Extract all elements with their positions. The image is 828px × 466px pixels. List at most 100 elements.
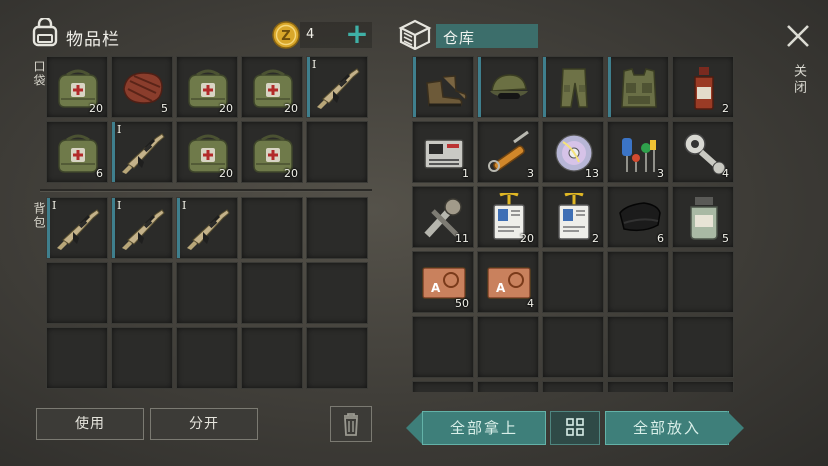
item-slot[interactable]: 13	[542, 121, 604, 183]
store-all-arrow	[727, 411, 744, 445]
storage-grid: 2 1 3 13 3 4 11 20 2 6 5 A 50 A 4	[412, 56, 734, 392]
item-slot[interactable]: I	[111, 121, 173, 183]
item-slot[interactable]: 5	[111, 56, 173, 118]
empty-slot[interactable]	[542, 381, 604, 392]
item-count: 20	[520, 232, 534, 245]
item-count: 20	[89, 102, 103, 115]
store-all-button[interactable]: 全部放入	[605, 411, 729, 445]
assault-rifle-icon	[122, 133, 165, 174]
item-count: 2	[592, 232, 599, 245]
item-slot[interactable]	[542, 56, 604, 118]
empty-slot[interactable]	[607, 316, 669, 378]
empty-slot[interactable]	[241, 262, 303, 324]
empty-slot[interactable]	[672, 251, 734, 313]
item-slot[interactable]: 5	[672, 186, 734, 248]
empty-slot[interactable]	[412, 316, 474, 378]
assault-rifle-icon	[187, 209, 230, 250]
empty-slot[interactable]	[241, 197, 303, 259]
empty-slot[interactable]	[46, 262, 108, 324]
storage-box-icon	[398, 19, 432, 50]
item-slot[interactable]	[477, 56, 539, 118]
item-slot[interactable]: I	[306, 56, 368, 118]
item-slot[interactable]: 20	[241, 121, 303, 183]
pocket-grid: 20 5 20 20 I 6 I 20 20	[46, 56, 368, 183]
empty-slot[interactable]	[306, 262, 368, 324]
split-button[interactable]: 分开	[150, 408, 258, 440]
empty-slot[interactable]	[542, 251, 604, 313]
item-slot[interactable]	[607, 56, 669, 118]
item-slot[interactable]: A 50	[412, 251, 474, 313]
item-slot[interactable]: 11	[412, 186, 474, 248]
item-slot[interactable]: 3	[477, 121, 539, 183]
item-slot[interactable]: 20	[176, 121, 238, 183]
empty-slot[interactable]	[306, 121, 368, 183]
assault-rifle-icon	[122, 209, 165, 250]
empty-slot[interactable]	[542, 316, 604, 378]
empty-slot[interactable]	[111, 262, 173, 324]
empty-slot[interactable]	[306, 197, 368, 259]
item-count: 20	[219, 102, 233, 115]
empty-slot[interactable]	[477, 316, 539, 378]
add-coins-button[interactable]: +	[343, 20, 371, 49]
item-slot[interactable]: I	[176, 197, 238, 259]
empty-slot[interactable]	[477, 381, 539, 392]
assault-rifle-icon	[317, 68, 360, 109]
grid-sort-icon	[566, 418, 584, 436]
take-all-button[interactable]: 全部拿上	[422, 411, 546, 445]
vest-icon	[621, 68, 657, 108]
trash-icon	[344, 413, 358, 436]
item-tier: I	[117, 199, 122, 212]
empty-slot[interactable]	[241, 327, 303, 389]
item-slot[interactable]: A4	[477, 251, 539, 313]
empty-slot[interactable]	[306, 327, 368, 389]
coin-icon: Z	[272, 21, 300, 49]
take-all-arrow	[406, 411, 423, 445]
empty-slot[interactable]	[46, 327, 108, 389]
item-count: 20	[284, 167, 298, 180]
item-slot[interactable]: 20	[176, 56, 238, 118]
item-slot[interactable]	[412, 56, 474, 118]
item-slot[interactable]: I	[46, 197, 108, 259]
item-slot[interactable]: I	[111, 197, 173, 259]
pants-icon	[560, 68, 588, 108]
item-count: 50	[455, 297, 469, 310]
empty-slot[interactable]	[176, 262, 238, 324]
empty-slot[interactable]	[672, 316, 734, 378]
empty-slot[interactable]	[111, 327, 173, 389]
item-slot[interactable]: 2	[672, 56, 734, 118]
section-divider	[40, 189, 372, 192]
empty-slot[interactable]	[607, 251, 669, 313]
empty-slot[interactable]	[412, 381, 474, 392]
item-slot[interactable]: 20	[46, 56, 108, 118]
item-slot[interactable]: 3	[607, 121, 669, 183]
empty-slot[interactable]	[672, 381, 734, 392]
sort-button[interactable]	[550, 411, 600, 445]
empty-slot[interactable]	[176, 327, 238, 389]
inventory-title: 物品栏	[66, 30, 120, 50]
use-button[interactable]: 使用	[36, 408, 144, 440]
backpack-grid: III	[46, 197, 368, 389]
close-label[interactable]: 关闭	[789, 64, 808, 96]
item-tier: I	[182, 199, 187, 212]
trash-button[interactable]	[330, 406, 372, 442]
close-icon[interactable]	[784, 22, 812, 50]
item-count: 1	[462, 167, 469, 180]
svg-text:Z: Z	[281, 29, 290, 44]
item-count: 5	[161, 102, 168, 115]
item-count: 4	[722, 167, 729, 180]
item-slot[interactable]: 20	[241, 56, 303, 118]
item-slot[interactable]: 6	[607, 186, 669, 248]
item-slot[interactable]: 4	[672, 121, 734, 183]
item-slot[interactable]: 6	[46, 121, 108, 183]
svg-text:A: A	[431, 281, 441, 295]
item-slot[interactable]: 2	[542, 186, 604, 248]
item-count: 5	[722, 232, 729, 245]
item-count: 20	[219, 167, 233, 180]
empty-slot[interactable]	[607, 381, 669, 392]
item-slot[interactable]: 1	[412, 121, 474, 183]
cap-icon	[490, 74, 528, 99]
item-count: 6	[96, 167, 103, 180]
item-tier: I	[52, 199, 57, 212]
item-slot[interactable]: 20	[477, 186, 539, 248]
item-count: 2	[722, 102, 729, 115]
